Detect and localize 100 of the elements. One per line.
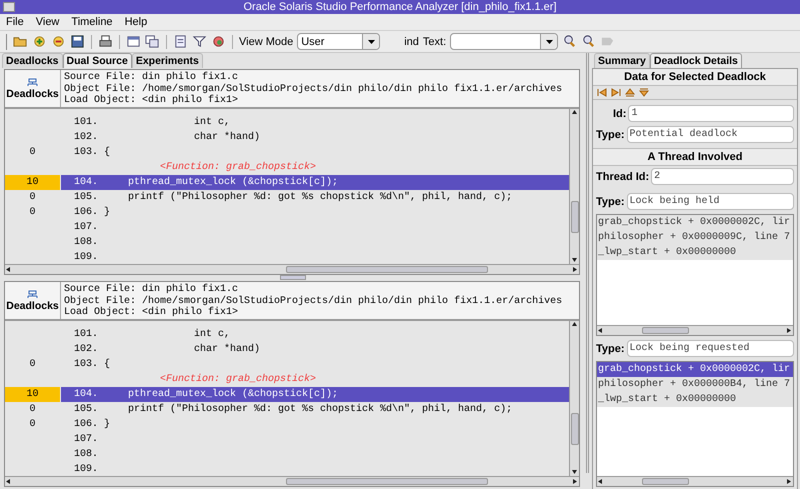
vertical-scrollbar[interactable] xyxy=(569,109,579,264)
tab[interactable]: Experiments xyxy=(132,53,203,68)
source-line[interactable]: 106. } xyxy=(61,417,569,432)
type-field[interactable]: Potential deadlock xyxy=(626,126,794,143)
horizontal-scrollbar[interactable] xyxy=(5,264,579,274)
filter-icon[interactable] xyxy=(192,34,207,49)
metric-value: 0 xyxy=(28,418,36,432)
thread-id-label: Thread Id: xyxy=(596,170,650,182)
metric-value: 10 xyxy=(5,387,60,402)
search-icon[interactable] xyxy=(562,34,578,49)
scrollbar-thumb[interactable] xyxy=(642,327,688,334)
load-object-text: Load Object: <din philo fix1> xyxy=(64,307,240,318)
function-label: <Function: grab_chopstick> xyxy=(159,162,316,173)
metric-value: 0 xyxy=(28,358,36,372)
type-label: Type: xyxy=(596,128,625,140)
document-icon[interactable] xyxy=(173,34,188,49)
source-line[interactable]: 101. int c, xyxy=(61,327,569,342)
add-icon[interactable] xyxy=(32,34,47,49)
menu-item[interactable]: File xyxy=(6,16,24,28)
view-mode-label: View Mode xyxy=(239,36,294,48)
source-line[interactable]: 103. { xyxy=(61,145,569,160)
load-object-text: Load Object: <din philo fix1> xyxy=(64,95,240,106)
id-label: Id: xyxy=(613,108,626,120)
stack-frame[interactable]: _lwp_start + 0x00000000 xyxy=(597,392,793,407)
scrollbar-thumb[interactable] xyxy=(286,478,488,485)
down-icon[interactable] xyxy=(639,88,649,97)
text-field[interactable] xyxy=(450,33,558,50)
menu-item[interactable]: Timeline xyxy=(71,16,113,28)
type-field[interactable]: Lock being requested xyxy=(626,340,794,357)
source-line[interactable]: 109. xyxy=(61,250,569,265)
search-icon[interactable] xyxy=(581,34,596,49)
arrow-icon[interactable] xyxy=(5,266,12,273)
window-title: Oracle Solaris Studio Performance Analyzer [din_philo_fix1.1.er] xyxy=(243,1,557,13)
stack-frame[interactable]: philosopher + 0x000000B4, line 7 xyxy=(597,377,793,392)
caret-icon xyxy=(368,40,375,44)
scrollbar-thumb[interactable] xyxy=(286,266,488,273)
windows-icon[interactable] xyxy=(145,34,160,49)
stack-frame[interactable]: _lwp_start + 0x00000000 xyxy=(597,245,793,260)
menu-item[interactable]: View xyxy=(36,16,60,28)
window-icon xyxy=(3,2,15,12)
source-line[interactable]: 105. printf ("Philosopher %d: got %s chopstick %d\n", phil, hand, c); xyxy=(61,190,569,205)
tab[interactable]: Dual Source xyxy=(62,53,132,68)
menu-item[interactable]: Help xyxy=(124,16,148,28)
stack-frame[interactable]: grab_chopstick + 0x0000002C, lir xyxy=(597,215,793,230)
arrow-icon[interactable] xyxy=(5,478,12,485)
object-file-text: Object File: /home/smorgan/SolStudioProjects/din philo/din philo fix1.1.er/archives xyxy=(64,296,564,306)
type-field[interactable]: Lock being held xyxy=(626,193,794,210)
metric-value: 10 xyxy=(5,175,60,190)
caret-icon xyxy=(546,40,553,44)
scrollbar-thumb[interactable] xyxy=(642,478,688,485)
source-line[interactable]: 102. char *hand) xyxy=(61,342,569,357)
arrow-icon[interactable] xyxy=(571,321,578,328)
tab[interactable]: Summary xyxy=(594,53,650,68)
source-line[interactable]: 102. char *hand) xyxy=(61,130,569,145)
metric-value: 0 xyxy=(28,146,36,160)
source-line[interactable]: 107. xyxy=(61,432,569,447)
arrow-icon[interactable] xyxy=(597,478,604,485)
last-icon[interactable] xyxy=(611,88,621,97)
source-line[interactable]: 105. printf ("Philosopher %d: got %s chopstick %d\n", phil, hand, c); xyxy=(61,402,569,417)
arrow-icon[interactable] xyxy=(571,109,578,116)
tab[interactable]: Deadlock Details xyxy=(650,53,742,68)
stack-frame[interactable]: grab_chopstick + 0x0000002C, lir xyxy=(597,362,793,377)
source-line[interactable]: 103. { xyxy=(61,357,569,372)
arrow-icon[interactable] xyxy=(786,327,793,334)
first-icon[interactable] xyxy=(597,88,607,97)
source-line[interactable]: 106. } xyxy=(61,205,569,220)
metric-value: 0 xyxy=(28,191,36,205)
remove-icon[interactable] xyxy=(51,34,66,49)
view-mode-dropdown[interactable]: User xyxy=(297,33,380,50)
splitter-handle[interactable] xyxy=(280,275,306,280)
metric-value: 0 xyxy=(28,403,36,417)
arrow-icon[interactable] xyxy=(786,478,793,485)
network-icon xyxy=(27,290,38,298)
metric-header[interactable]: Deadlocks xyxy=(6,300,59,312)
source-line[interactable]: 108. xyxy=(61,235,569,250)
type-label: Type: xyxy=(596,196,625,208)
print-icon[interactable] xyxy=(98,34,113,49)
source-line[interactable]: 109. xyxy=(61,462,569,477)
vertical-scrollbar[interactable] xyxy=(569,321,579,476)
stack-frame[interactable]: philosopher + 0x0000009C, line 7 xyxy=(597,230,793,245)
object-file-text: Object File: /home/smorgan/SolStudioProjects/din philo/din philo fix1.1.er/archives xyxy=(64,84,564,94)
source-line[interactable]: 108. xyxy=(61,447,569,462)
tab[interactable]: Deadlocks xyxy=(2,53,63,68)
up-icon[interactable] xyxy=(625,88,635,97)
horizontal-scrollbar[interactable] xyxy=(5,476,579,486)
scrollbar-thumb[interactable] xyxy=(570,200,578,232)
source-line[interactable]: 101. int c, xyxy=(61,115,569,130)
id-field[interactable]: 1 xyxy=(628,105,794,122)
source-line[interactable]: 107. xyxy=(61,220,569,235)
metric-header[interactable]: Deadlocks xyxy=(6,88,59,100)
network-icon xyxy=(27,78,38,86)
function-label: <Function: grab_chopstick> xyxy=(159,374,316,385)
window-icon[interactable] xyxy=(126,34,141,49)
horizontal-scrollbar[interactable] xyxy=(597,476,793,486)
save-icon[interactable] xyxy=(70,34,85,49)
section-header: Data for Selected Deadlock xyxy=(593,69,797,86)
scrollbar-thumb[interactable] xyxy=(570,412,578,444)
thread-id-field[interactable]: 2 xyxy=(651,168,794,185)
horizontal-scrollbar[interactable] xyxy=(597,325,793,335)
arrow-icon[interactable] xyxy=(597,327,604,334)
